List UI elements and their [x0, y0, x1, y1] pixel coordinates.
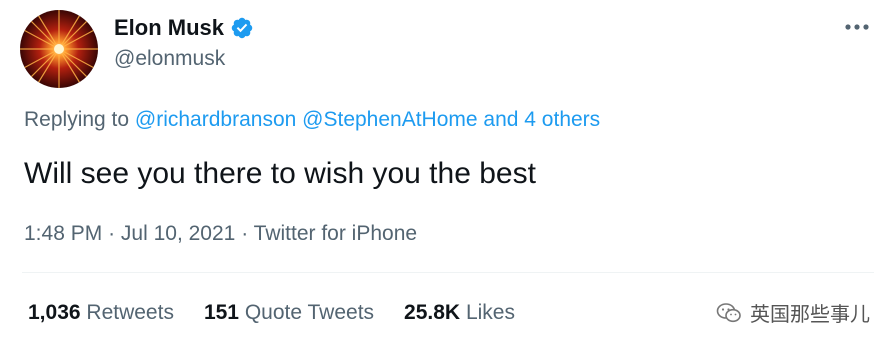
tweet-date[interactable]: Jul 10, 2021: [121, 222, 235, 245]
more-icon: [845, 24, 869, 30]
watermark: 英国那些事儿: [716, 298, 870, 327]
replying-to-prefix: Replying to: [24, 108, 130, 131]
quote-tweets-stat[interactable]: 151 Quote Tweets: [204, 299, 374, 327]
quote-tweets-count: 151: [203, 301, 239, 324]
mention-richardbranson[interactable]: @richardbranson: [135, 108, 296, 131]
divider: [22, 272, 874, 273]
watermark-text: 英国那些事儿: [750, 304, 870, 326]
meta-separator: ·: [241, 222, 249, 245]
author-name-text: Elon Musk: [114, 15, 225, 40]
avatar-starburst: [20, 10, 98, 88]
retweets-count: 1,036: [28, 301, 81, 324]
tweet-meta: 1:48 PM · Jul 10, 2021 · Twitter for iPh…: [24, 220, 417, 248]
likes-stat[interactable]: 25.8K Likes: [404, 299, 515, 327]
tweet-time[interactable]: 1:48 PM: [24, 222, 102, 245]
quote-tweets-label: Quote Tweets: [244, 301, 375, 324]
likes-count: 25.8K: [404, 301, 461, 324]
mention-stephenathome[interactable]: @StephenAtHome: [302, 108, 477, 131]
retweets-stat[interactable]: 1,036 Retweets: [28, 299, 174, 327]
tweet-text: Will see you there to wish you the best: [24, 157, 536, 190]
verified-badge-icon: [230, 16, 254, 40]
wechat-icon: [716, 302, 741, 322]
author-handle[interactable]: @elonmusk: [114, 46, 225, 72]
meta-separator: ·: [108, 222, 116, 245]
tweet-stats: 1,036 Retweets 151 Quote Tweets 25.8K Li…: [28, 299, 515, 327]
tweet-source[interactable]: Twitter for iPhone: [254, 222, 417, 245]
mention-others-link[interactable]: and 4 others: [483, 108, 600, 131]
retweets-label: Retweets: [86, 301, 174, 324]
replying-to-line: Replying to @richardbranson @StephenAtHo…: [24, 106, 600, 134]
avatar[interactable]: [20, 10, 98, 88]
likes-label: Likes: [465, 301, 515, 324]
more-options-button[interactable]: [842, 14, 872, 40]
author-display-name[interactable]: Elon Musk: [114, 15, 254, 41]
